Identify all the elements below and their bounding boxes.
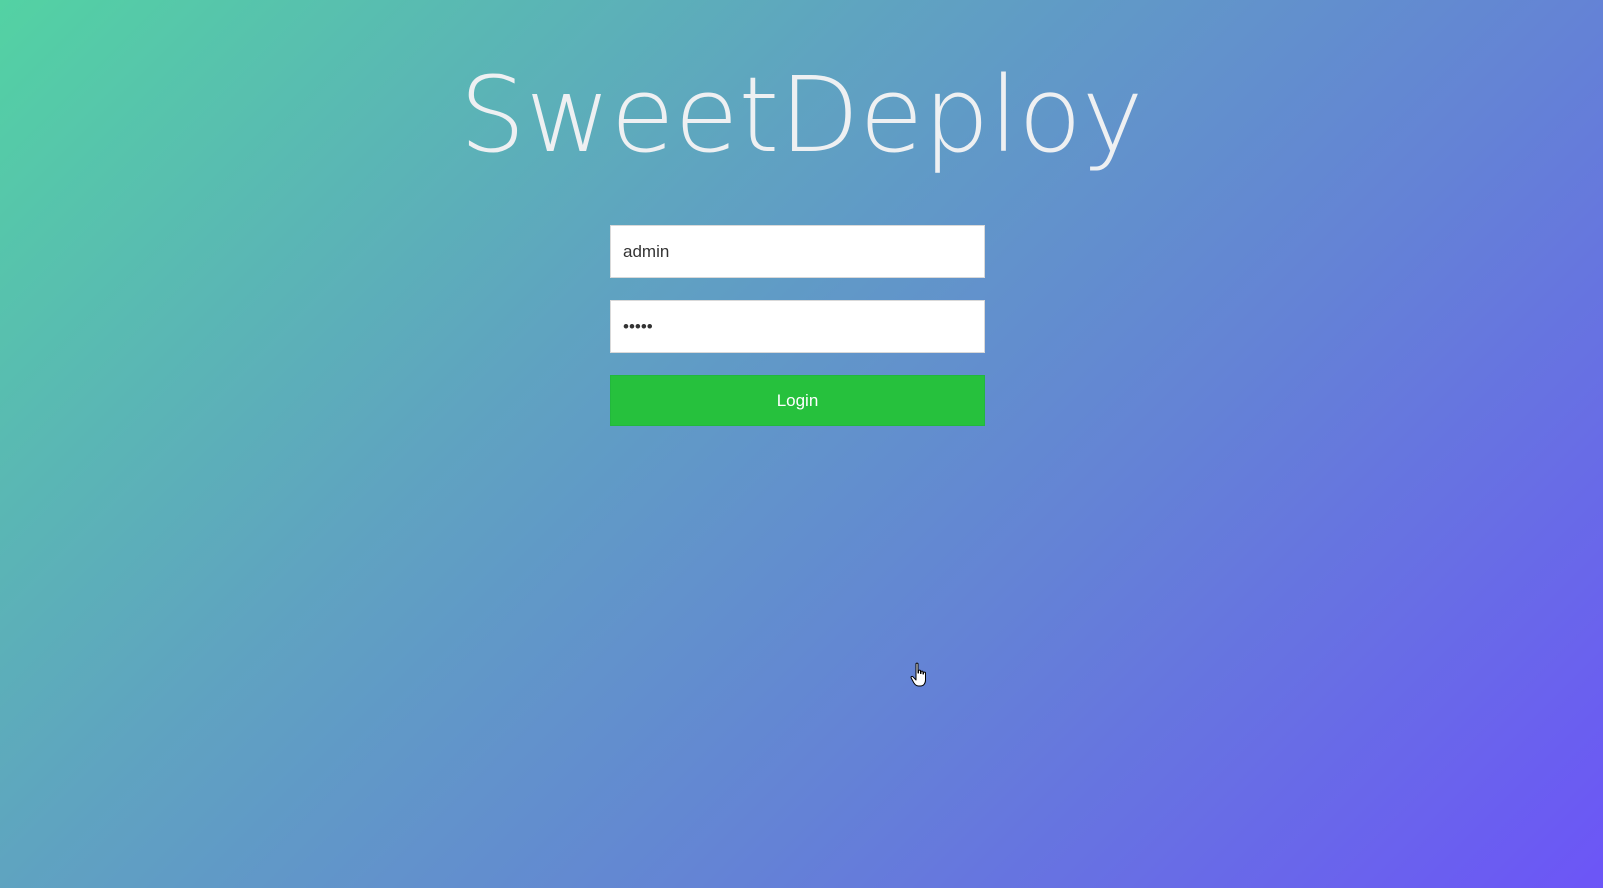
- app-title: SweetDeploy: [459, 54, 1144, 176]
- login-page: SweetDeploy Login: [0, 0, 1603, 888]
- login-form: Login: [610, 225, 985, 426]
- login-button[interactable]: Login: [610, 375, 985, 426]
- hand-pointer-icon: [910, 662, 926, 687]
- password-input[interactable]: [610, 300, 985, 353]
- username-input[interactable]: [610, 225, 985, 278]
